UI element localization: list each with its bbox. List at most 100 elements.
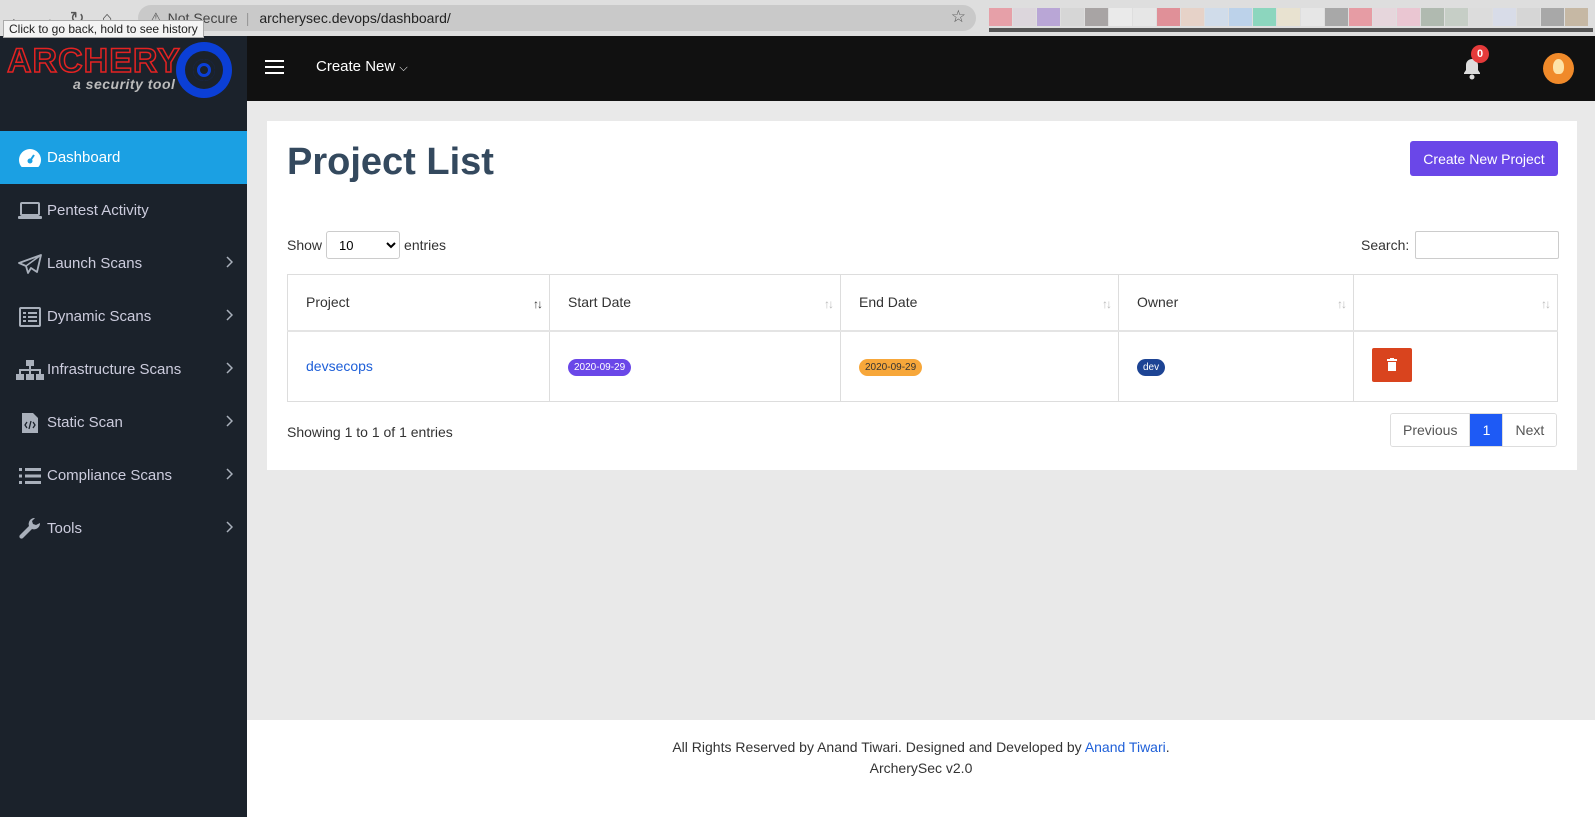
start-date-badge: 2020-09-29 — [568, 358, 632, 376]
sidebar-item-static-scan[interactable]: Static Scan — [0, 396, 247, 449]
bookmark-favicon[interactable] — [1253, 8, 1276, 26]
chevron-down-icon: ⌵ — [399, 62, 408, 74]
list-alt-icon — [15, 306, 45, 327]
sidebar-item-label: Dynamic Scans — [47, 308, 152, 325]
table-info-text: Showing 1 to 1 of 1 entries — [287, 424, 453, 440]
bookmark-favicon[interactable] — [1373, 8, 1396, 26]
back-button-tooltip: Click to go back, hold to see history — [3, 20, 204, 38]
column-header-project[interactable]: Project ↑↓ — [287, 274, 550, 332]
sort-icon: ↑↓ — [824, 297, 834, 311]
create-new-project-button[interactable]: Create New Project — [1410, 141, 1558, 176]
sort-icon: ↑↓ — [1102, 297, 1112, 311]
start-date-cell: 2020-09-29 — [549, 330, 841, 402]
sort-ascending-icon: ↑↓ — [533, 297, 543, 311]
bookmark-favicon[interactable] — [1421, 8, 1444, 26]
bookmark-favicon[interactable] — [1517, 8, 1540, 26]
sidebar-item-dynamic-scans[interactable]: Dynamic Scans — [0, 290, 247, 343]
bookmark-favicon[interactable] — [1205, 8, 1228, 26]
bookmark-favicon[interactable] — [1541, 8, 1564, 26]
sidebar-item-label: Launch Scans — [47, 255, 143, 272]
pagination: Previous 1 Next — [1390, 413, 1558, 447]
project-link[interactable]: devsecops — [306, 358, 373, 374]
table-header-row: Project ↑↓ Start Date ↑↓ End Date ↑↓ Owner ↑… — [287, 274, 1558, 332]
sidebar-menu: Dashboard Pentest Activity Launch Scans Dyn… — [0, 131, 247, 555]
sidebar-item-label: Compliance Scans — [47, 467, 173, 484]
top-navbar: Create New ⌵ 0 — [247, 36, 1595, 101]
project-table: Project ↑↓ Start Date ↑↓ End Date ↑↓ Owner ↑… — [287, 274, 1558, 402]
sidebar-item-infrastructure-scans[interactable]: Infrastructure Scans — [0, 343, 247, 396]
bookmark-favicon[interactable] — [1349, 8, 1372, 26]
page-size-select[interactable]: 10 — [326, 231, 401, 259]
bookmark-favicon[interactable] — [1013, 8, 1036, 26]
bookmark-favicon[interactable] — [1445, 8, 1468, 26]
author-link[interactable]: Anand Tiwari — [1085, 739, 1166, 755]
bookmark-favicon[interactable] — [1325, 8, 1348, 26]
wrench-icon — [15, 517, 45, 540]
bookmark-favicon[interactable] — [1397, 8, 1420, 26]
search-label: Search: — [1361, 237, 1410, 253]
table-search: Search: — [1361, 231, 1560, 259]
target-logo-icon — [176, 42, 232, 98]
search-input[interactable] — [1415, 231, 1560, 259]
page-size-control: Show 10 entries — [287, 231, 446, 259]
trash-icon — [1387, 357, 1397, 371]
sort-icon: ↑↓ — [1337, 297, 1347, 311]
bookmark-favicon[interactable] — [1037, 8, 1060, 26]
page-title: Project List — [287, 141, 494, 183]
bookmark-favicon[interactable] — [1133, 8, 1156, 26]
notification-badge: 0 — [1471, 45, 1489, 63]
bookmark-favicon[interactable] — [1085, 8, 1108, 26]
pagination-page-1[interactable]: 1 — [1469, 414, 1503, 446]
bookmark-star-icon[interactable]: ☆ — [951, 7, 966, 27]
bookmark-favicon[interactable] — [989, 8, 1012, 26]
footer-version: ArcherySec v2.0 — [869, 760, 973, 776]
column-header-start-date[interactable]: Start Date ↑↓ — [549, 274, 841, 332]
bookmark-favicon[interactable] — [1277, 8, 1300, 26]
user-avatar[interactable] — [1543, 53, 1574, 84]
end-date-badge: 2020-09-29 — [859, 358, 923, 376]
sidebar-item-dashboard[interactable]: Dashboard — [0, 131, 247, 184]
file-code-icon — [15, 412, 45, 434]
sidebar-item-compliance-scans[interactable]: Compliance Scans — [0, 449, 247, 502]
table-row: devsecops 2020-09-29 2020-09-29 dev — [287, 330, 1558, 402]
archery-logo[interactable]: ARCHERY a security tool — [0, 36, 247, 131]
entries-label: entries — [404, 237, 447, 253]
bookmark-favicon[interactable] — [1229, 8, 1252, 26]
address-separator: | — [245, 10, 250, 26]
delete-project-button[interactable] — [1372, 347, 1412, 382]
sidebar-item-tools[interactable]: Tools — [0, 502, 247, 555]
owner-cell: dev — [1118, 330, 1354, 402]
show-label: Show — [287, 237, 323, 253]
column-header-end-date[interactable]: End Date ↑↓ — [840, 274, 1119, 332]
chevron-right-icon — [226, 467, 234, 483]
sidebar-item-launch-scans[interactable]: Launch Scans — [0, 237, 247, 290]
create-new-label: Create New — [316, 58, 396, 75]
bookmark-favicon[interactable] — [1181, 8, 1204, 26]
column-header-owner[interactable]: Owner ↑↓ — [1118, 274, 1354, 332]
address-bar[interactable]: ⚠ Not Secure | archerysec.devops/dashboa… — [138, 5, 976, 31]
pagination-next[interactable]: Next — [1502, 414, 1557, 446]
bookmark-favicon[interactable] — [1493, 8, 1516, 26]
sidebar-item-label: Dashboard — [47, 149, 121, 166]
logo-subtitle: a security tool — [73, 76, 176, 92]
sidebar-item-pentest-activity[interactable]: Pentest Activity — [0, 184, 247, 237]
sitemap-icon — [15, 359, 45, 380]
chevron-right-icon — [226, 255, 234, 271]
chevron-right-icon — [226, 361, 234, 377]
paper-plane-icon — [15, 253, 45, 274]
bookmark-favicon[interactable] — [1061, 8, 1084, 26]
actions-cell — [1353, 330, 1558, 402]
bookmark-favicon[interactable] — [1109, 8, 1132, 26]
chevron-right-icon — [226, 520, 234, 536]
bookmark-favicon[interactable] — [1469, 8, 1492, 26]
column-header-actions[interactable]: ↑↓ — [1353, 274, 1558, 332]
pagination-previous[interactable]: Previous — [1391, 414, 1470, 446]
create-new-dropdown[interactable]: Create New ⌵ — [316, 58, 408, 75]
laptop-icon — [15, 201, 45, 221]
owner-badge: dev — [1137, 358, 1166, 376]
hamburger-menu-icon[interactable] — [265, 60, 284, 75]
bookmark-favicon[interactable] — [1301, 8, 1324, 26]
bookmark-favicon[interactable] — [1565, 8, 1588, 26]
footer-copyright: All Rights Reserved by Anand Tiwari. Des… — [672, 739, 1170, 755]
bookmark-favicon[interactable] — [1157, 8, 1180, 26]
